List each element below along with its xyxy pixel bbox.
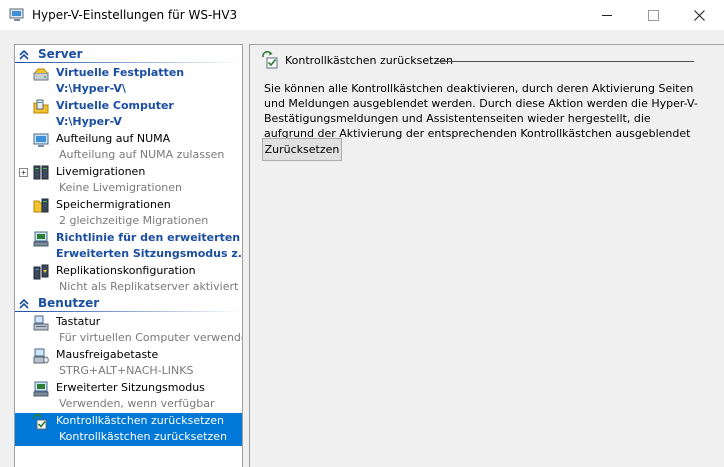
sidebar-item-storage-migrations[interactable]: Speichermigrationen 2 gleichzeitige Migr… (15, 197, 242, 230)
sidebar-item-label: Speichermigrationen (56, 198, 171, 211)
sidebar-item-label: Erweiterter Sitzungsmodus (56, 381, 205, 394)
section-label: Server (38, 47, 83, 61)
collapse-chevron-icon (19, 49, 29, 60)
enhanced-session-policy-icon (33, 231, 49, 247)
virtual-computer-icon (33, 99, 49, 114)
sidebar-item-virtual-computers[interactable]: Virtuelle Computer V:\Hyper-V (15, 98, 242, 131)
minimize-icon (602, 14, 612, 16)
section-label: Benutzer (38, 296, 100, 310)
reset-checkboxes-icon (33, 414, 47, 430)
sidebar-item-label: Mausfreigabetaste (56, 348, 159, 361)
sidebar-item-label: Aufteilung auf NUMA (56, 132, 171, 145)
sidebar-item-numa[interactable]: Aufteilung auf NUMA Aufteilung auf NUMA … (15, 131, 242, 164)
sidebar-item-enhanced-session-policy[interactable]: Richtlinie für den erweiterten ... Erwei… (15, 230, 242, 263)
sidebar-item-value: Kontrollkästchen zurücksetzen (59, 430, 228, 443)
sidebar-item-value: V:\Hyper-V\ (56, 82, 126, 95)
expand-toggle[interactable]: + (19, 168, 28, 177)
sidebar-item-value: STRG+ALT+NACH-LINKS (59, 364, 194, 377)
hard-disk-icon (33, 68, 49, 81)
replication-icon (33, 264, 49, 280)
sidebar-item-value: Keine Livemigrationen (59, 181, 183, 194)
group-title: Kontrollkästchen zurücksetzen (285, 54, 454, 67)
maximize-icon (647, 9, 659, 21)
storage-migration-icon (33, 198, 49, 213)
minimize-button[interactable] (584, 0, 630, 30)
close-icon (693, 9, 705, 21)
hyper-v-app-icon (9, 8, 24, 21)
sidebar-item-keyboard[interactable]: Tastatur Für virtuellen Computer verwend… (15, 314, 242, 347)
mouse-release-key-icon (33, 348, 49, 364)
sidebar-item-label: Kontrollkästchen zurücksetzen (56, 414, 225, 427)
sidebar-item-label: Replikationskonfiguration (56, 264, 196, 277)
group-divider (436, 61, 694, 62)
collapse-chevron-icon (19, 298, 29, 309)
sidebar-item-label: Livemigrationen (56, 165, 146, 178)
sidebar-item-value: V:\Hyper-V (56, 115, 122, 128)
sidebar-item-value: Aufteilung auf NUMA zulassen (59, 148, 225, 161)
section-server[interactable]: Server (15, 47, 242, 63)
sidebar-item-reset-checkboxes[interactable]: Kontrollkästchen zurücksetzen Kontrollkä… (15, 413, 242, 446)
sidebar-item-virtual-disks[interactable]: Virtuelle Festplatten V:\Hyper-V\ (15, 65, 242, 98)
settings-tree[interactable]: Server Virtuelle Festplatten V:\Hyper-V\… (14, 44, 243, 467)
enhanced-session-icon (33, 381, 49, 397)
section-divider (15, 62, 242, 63)
close-button[interactable] (676, 0, 722, 30)
sidebar-item-value: Verwenden, wenn verfügbar (59, 397, 215, 410)
sidebar-item-value: Für virtuellen Computer verwenden (59, 331, 243, 344)
sidebar-item-label: Virtuelle Computer (56, 99, 174, 112)
maximize-button[interactable] (630, 0, 676, 30)
sidebar-item-value: 2 gleichzeitige Migrationen (59, 214, 209, 227)
sidebar-item-label: Tastatur (56, 315, 101, 328)
keyboard-icon (33, 315, 49, 331)
reset-checkboxes-icon (262, 51, 278, 69)
sidebar-item-mouse-release-key[interactable]: Mausfreigabetaste STRG+ALT+NACH-LINKS (15, 347, 242, 380)
sidebar-item-live-migrations[interactable]: + Livemigrationen Keine Livemigrationen (15, 164, 242, 197)
section-user[interactable]: Benutzer (15, 296, 242, 312)
sidebar-item-enhanced-session[interactable]: Erweiterter Sitzungsmodus Verwenden, wen… (15, 380, 242, 413)
live-migration-icon (33, 165, 49, 180)
sidebar-item-label: Virtuelle Festplatten (56, 66, 185, 79)
title-bar: Hyper-V-Einstellungen für WS-HV3 (0, 0, 724, 30)
reset-button[interactable]: Zurücksetzen (262, 138, 342, 161)
sidebar-item-label: Richtlinie für den erweiterten ... (56, 231, 243, 244)
sidebar-item-replication[interactable]: Replikationskonfiguration Nicht als Repl… (15, 263, 242, 296)
section-divider (15, 311, 242, 312)
numa-monitor-icon (33, 133, 49, 147)
sidebar-item-value: Nicht als Replikatserver aktiviert (59, 280, 239, 293)
window-title: Hyper-V-Einstellungen für WS-HV3 (32, 8, 238, 22)
sidebar-item-value: Erweiterten Sitzungsmodus z... (56, 247, 243, 260)
